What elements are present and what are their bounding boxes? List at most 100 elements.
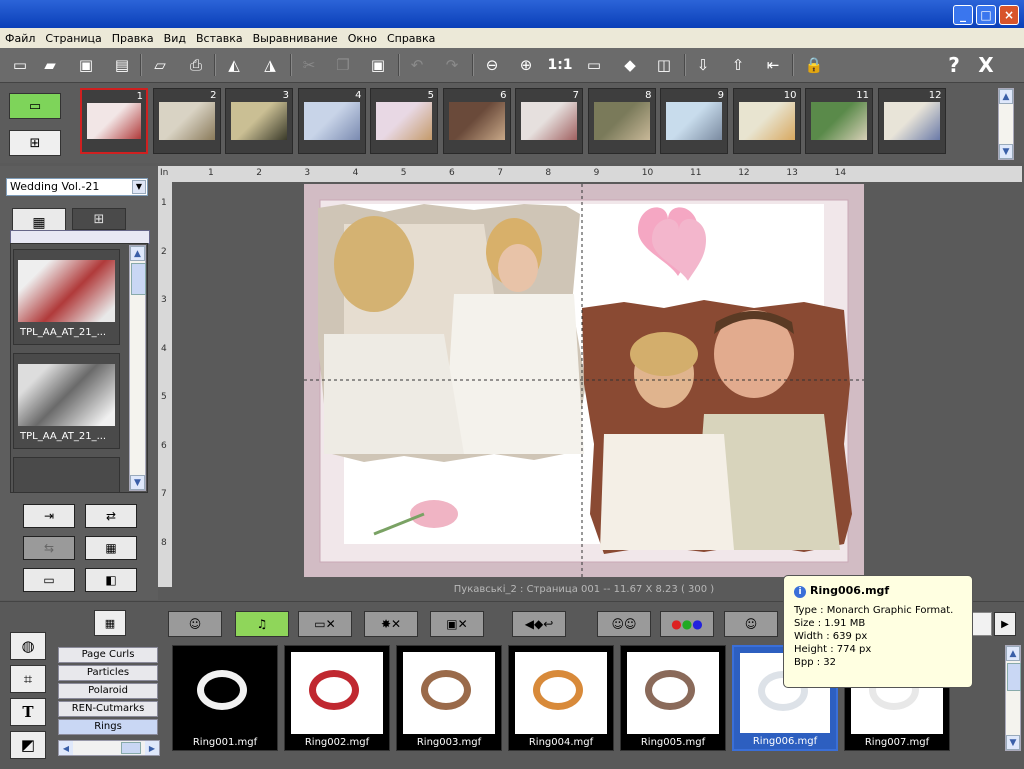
- scroll-left-icon[interactable]: ◀: [59, 741, 73, 755]
- filmstrip-scrollbar[interactable]: ▲ ▼: [998, 88, 1014, 160]
- scroll-thumb[interactable]: [1007, 663, 1021, 691]
- clear-layout-button[interactable]: ◧: [85, 568, 137, 592]
- zoom-field[interactable]: [972, 612, 992, 636]
- open-folder-icon[interactable]: ▱: [148, 53, 172, 77]
- zoom-out-icon[interactable]: ⊖: [480, 53, 504, 77]
- album-select[interactable]: Wedding Vol.-21 ▼: [6, 178, 148, 196]
- swap-layout-button[interactable]: ⇄: [85, 504, 137, 528]
- page-thumbnail[interactable]: 12: [877, 88, 946, 154]
- mask-remove-button[interactable]: ✸✕: [364, 611, 418, 637]
- template-item[interactable]: TPL_AA_AT_21_...: [13, 249, 120, 345]
- cut-icon[interactable]: ✂: [297, 53, 321, 77]
- close-button[interactable]: ×: [999, 5, 1019, 25]
- page-thumbnail[interactable]: 6: [442, 88, 511, 154]
- scroll-thumb[interactable]: [121, 742, 141, 754]
- photo-frame-button[interactable]: ☺: [168, 611, 222, 637]
- menu-file[interactable]: Файл: [0, 32, 40, 45]
- portrait-edit-button[interactable]: ☺: [724, 611, 778, 637]
- clipart-item[interactable]: Ring001.mgf: [172, 645, 278, 751]
- scroll-up-icon[interactable]: ▲: [130, 246, 145, 261]
- page-thumbnail[interactable]: 4: [297, 88, 366, 154]
- print-icon[interactable]: ⎙: [184, 53, 208, 77]
- fit-page-icon[interactable]: ▭: [582, 53, 606, 77]
- close-x-icon[interactable]: X: [974, 53, 998, 77]
- add-page-button[interactable]: ⊞: [9, 130, 61, 156]
- template-item[interactable]: [13, 457, 120, 493]
- page-view-button[interactable]: ▭: [9, 93, 61, 119]
- category-item[interactable]: Polaroid: [58, 683, 158, 699]
- import-icon[interactable]: ⇩: [691, 53, 715, 77]
- album-page[interactable]: [304, 184, 864, 577]
- arrange-icon[interactable]: ⇤: [761, 53, 785, 77]
- page-thumbnail[interactable]: 2: [152, 88, 221, 154]
- page-thumbnail[interactable]: 3: [225, 88, 293, 154]
- paste-icon[interactable]: ▣: [366, 53, 390, 77]
- clipart-item[interactable]: Ring005.mgf: [620, 645, 726, 751]
- category-item[interactable]: Particles: [58, 665, 158, 681]
- save-icon[interactable]: ▣: [74, 53, 98, 77]
- menu-view[interactable]: Вид: [159, 32, 191, 45]
- shape-tool-button[interactable]: ◩: [10, 731, 46, 759]
- scroll-up-icon[interactable]: ▲: [1006, 646, 1020, 661]
- page-thumbnail[interactable]: 10: [732, 88, 801, 154]
- open-layout-button[interactable]: ▦: [85, 536, 137, 560]
- text-tool-button[interactable]: T: [10, 698, 46, 726]
- fit-window-icon[interactable]: ◆: [618, 53, 642, 77]
- palette-tool-button[interactable]: ◍: [10, 632, 46, 660]
- next-button[interactable]: ▶: [994, 612, 1016, 636]
- photo-remove-button[interactable]: ▣✕: [430, 611, 484, 637]
- template-item[interactable]: TPL_AA_AT_21_...: [13, 353, 120, 449]
- scroll-down-icon[interactable]: ▼: [1006, 735, 1020, 750]
- page-thumbnail[interactable]: 7: [515, 88, 583, 154]
- menu-align[interactable]: Выравнивание: [248, 32, 343, 45]
- scroll-up-icon[interactable]: ▲: [999, 89, 1013, 104]
- help-icon[interactable]: ?: [942, 53, 966, 77]
- page-thumbnail[interactable]: 9: [660, 88, 728, 154]
- maximize-button[interactable]: □: [976, 5, 996, 25]
- bell-button[interactable]: ♫: [235, 611, 289, 637]
- page-thumbnail[interactable]: 11: [805, 88, 873, 154]
- undo-icon[interactable]: ↶: [405, 53, 429, 77]
- two-pages-icon[interactable]: ◫: [652, 53, 676, 77]
- redo-icon[interactable]: ↷: [440, 53, 464, 77]
- template-scrollbar[interactable]: ▲ ▼: [129, 245, 146, 491]
- new-page-icon[interactable]: ▭: [8, 53, 32, 77]
- grid-view-button[interactable]: ▦: [94, 610, 126, 636]
- scroll-down-icon[interactable]: ▼: [999, 144, 1013, 159]
- blank-page-button[interactable]: ▭: [23, 568, 75, 592]
- clipart-item[interactable]: Ring002.mgf: [284, 645, 390, 751]
- category-item[interactable]: REN-Cutmarks: [58, 701, 158, 717]
- menu-help[interactable]: Справка: [382, 32, 440, 45]
- clipart-scrollbar[interactable]: ▲ ▼: [1005, 645, 1021, 751]
- edit-icon[interactable]: ◮: [258, 53, 282, 77]
- crop-tool-button[interactable]: ⌗: [10, 665, 46, 693]
- tab-frames[interactable]: ⊞: [72, 208, 126, 230]
- apply-layout-button[interactable]: ⇥: [23, 504, 75, 528]
- arrange-button[interactable]: ◀◆↩: [512, 611, 566, 637]
- scroll-right-icon[interactable]: ▶: [145, 741, 159, 755]
- menu-insert[interactable]: Вставка: [191, 32, 248, 45]
- scroll-thumb[interactable]: [131, 263, 146, 295]
- upload-icon[interactable]: ⇧: [726, 53, 750, 77]
- clipart-item[interactable]: Ring004.mgf: [508, 645, 614, 751]
- minimize-button[interactable]: _: [953, 5, 973, 25]
- chevron-down-icon[interactable]: ▼: [132, 180, 146, 194]
- zoom-in-icon[interactable]: ⊕: [514, 53, 538, 77]
- open-icon[interactable]: ▰: [38, 53, 62, 77]
- export-icon[interactable]: ◭: [222, 53, 246, 77]
- menu-edit[interactable]: Правка: [107, 32, 159, 45]
- copy-icon[interactable]: ❐: [331, 53, 355, 77]
- page-thumbnail[interactable]: 5: [370, 88, 438, 154]
- lock-icon[interactable]: 🔒: [802, 53, 826, 77]
- menu-window[interactable]: Окно: [343, 32, 382, 45]
- menu-page[interactable]: Страница: [40, 32, 106, 45]
- clipart-item[interactable]: Ring003.mgf: [396, 645, 502, 751]
- color-channel-button[interactable]: ●●●: [660, 611, 714, 637]
- save-as-icon[interactable]: ▤: [110, 53, 134, 77]
- scroll-down-icon[interactable]: ▼: [130, 475, 145, 490]
- category-item[interactable]: Page Curls: [58, 647, 158, 663]
- page-thumbnail[interactable]: 8: [587, 88, 656, 154]
- replace-photo-button[interactable]: ⇆: [23, 536, 75, 560]
- page-thumbnail[interactable]: 1: [80, 88, 148, 154]
- frame-remove-button[interactable]: ▭✕: [298, 611, 352, 637]
